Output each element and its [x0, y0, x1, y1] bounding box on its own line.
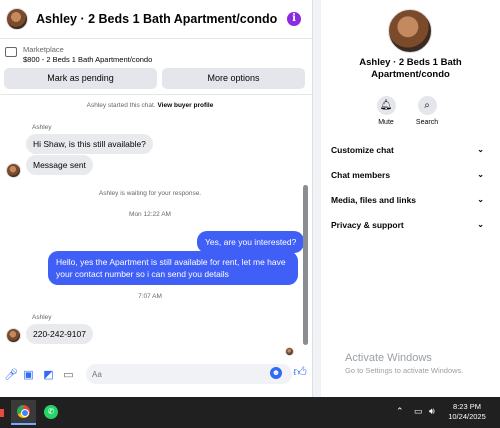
section-label: Chat members: [331, 170, 391, 180]
contact-name: Ashley · 2 Beds 1 Bath Apartment/condo: [331, 57, 490, 81]
chevron-up-icon[interactable]: ⌃: [396, 406, 404, 417]
marketplace-icon: [5, 47, 17, 57]
search-icon: ⌕: [417, 96, 437, 115]
section-label: Privacy & support: [331, 220, 404, 230]
section-label: Customize chat: [331, 145, 394, 155]
chat-details-panel: Ashley · 2 Beds 1 Bath Apartment/condo 🔔…: [321, 0, 500, 397]
more-options-button[interactable]: More options: [162, 68, 305, 89]
section-chat-members[interactable]: Chat members ⌄: [331, 167, 484, 183]
section-media-files-links[interactable]: Media, files and links ⌄: [331, 192, 484, 208]
emoji-icon[interactable]: ☻: [270, 367, 282, 379]
section-privacy-support[interactable]: Privacy & support ⌄: [331, 217, 484, 233]
thumbs-up-icon[interactable]: 👍︎: [293, 365, 307, 379]
clock-time: 8:23 PM: [453, 402, 481, 411]
sticker-icon[interactable]: ◩: [43, 369, 54, 382]
chrome-taskbar-icon[interactable]: [11, 400, 36, 425]
view-buyer-profile-link[interactable]: View buyer profile: [157, 102, 213, 109]
bell-icon: 🔔︎: [376, 96, 396, 115]
seen-indicator-avatar: [285, 347, 294, 356]
clock-date: 10/24/2025: [448, 412, 486, 421]
contact-name-line-2: Apartment/condo: [371, 69, 450, 80]
composer-bar: 🎤︎ ▣ ◩ ▭ ☻ 👍︎: [0, 359, 313, 397]
volume-icon[interactable]: 🔊︎: [429, 406, 435, 417]
incoming-message[interactable]: 220-242-9107: [26, 324, 93, 344]
section-label: Media, files and links: [331, 195, 417, 205]
image-icon[interactable]: ▣: [23, 369, 34, 382]
microphone-icon[interactable]: 🎤︎: [4, 369, 18, 382]
incoming-message[interactable]: Message sent: [26, 155, 93, 175]
windows-taskbar: ✆ ⌃ ▭ 🔊︎ 8:23 PM 10/24/2025: [0, 397, 500, 428]
mark-as-pending-button[interactable]: Mark as pending: [4, 68, 157, 89]
sender-name: Ashley: [32, 314, 52, 321]
activate-windows-subtitle: Go to Settings to activate Windows.: [345, 366, 464, 375]
chat-header: Ashley · 2 Beds 1 Bath Apartment/condo i: [0, 0, 313, 38]
sender-avatar[interactable]: [6, 328, 21, 343]
sender-avatar[interactable]: [6, 163, 21, 178]
incoming-message[interactable]: Hi Shaw, is this still available?: [26, 134, 153, 154]
outgoing-message[interactable]: Yes, are you interested?: [197, 231, 305, 253]
chat-started-notice: Ashley started this chat. View buyer pro…: [0, 102, 300, 109]
outgoing-message[interactable]: Hello, yes the Apartment is still availa…: [48, 251, 298, 285]
timestamp: Mon 12:22 AM: [129, 211, 171, 218]
chevron-down-icon: ⌄: [477, 220, 484, 229]
whatsapp-taskbar-icon[interactable]: ✆: [44, 405, 58, 419]
info-icon[interactable]: i: [287, 12, 301, 26]
chat-started-text: Ashley started this chat.: [86, 102, 156, 109]
listing-source: Marketplace: [23, 45, 64, 54]
sender-name: Ashley: [32, 124, 52, 131]
waiting-notice: Ashley is waiting for your response.: [98, 190, 202, 197]
chevron-down-icon: ⌄: [477, 145, 484, 154]
search-label: Search: [415, 119, 439, 126]
contact-avatar[interactable]: [6, 8, 28, 30]
mute-button[interactable]: 🔔︎ Mute: [366, 96, 406, 126]
chat-title[interactable]: Ashley · 2 Beds 1 Bath Apartment/condo: [36, 12, 277, 26]
taskbar-app-indicator[interactable]: [0, 409, 4, 417]
listing-title[interactable]: $800 - 2 Beds 1 Bath Apartment/condo: [23, 55, 152, 64]
timestamp: 7:07 AM: [138, 293, 162, 300]
contact-name-line-1: Ashley · 2 Beds 1 Bath: [359, 57, 462, 68]
mute-label: Mute: [378, 119, 394, 126]
chevron-down-icon: ⌄: [477, 195, 484, 204]
taskbar-clock[interactable]: 8:23 PM 10/24/2025: [447, 402, 487, 422]
activate-windows-title: Activate Windows: [345, 352, 432, 364]
listing-banner: Marketplace $800 - 2 Beds 1 Bath Apartme…: [0, 38, 313, 95]
contact-avatar-large[interactable]: [388, 9, 432, 53]
scrollbar[interactable]: [303, 185, 308, 345]
gif-icon[interactable]: ▭: [63, 369, 74, 382]
search-button[interactable]: ⌕ Search: [407, 96, 447, 126]
section-customize-chat[interactable]: Customize chat ⌄: [331, 142, 484, 158]
chat-panel: Ashley · 2 Beds 1 Bath Apartment/condo i…: [0, 0, 313, 397]
message-input[interactable]: [86, 364, 292, 384]
chevron-down-icon: ⌄: [477, 170, 484, 179]
message-thread: Ashley started this chat. View buyer pro…: [0, 95, 313, 359]
network-icon[interactable]: ▭: [414, 406, 423, 417]
